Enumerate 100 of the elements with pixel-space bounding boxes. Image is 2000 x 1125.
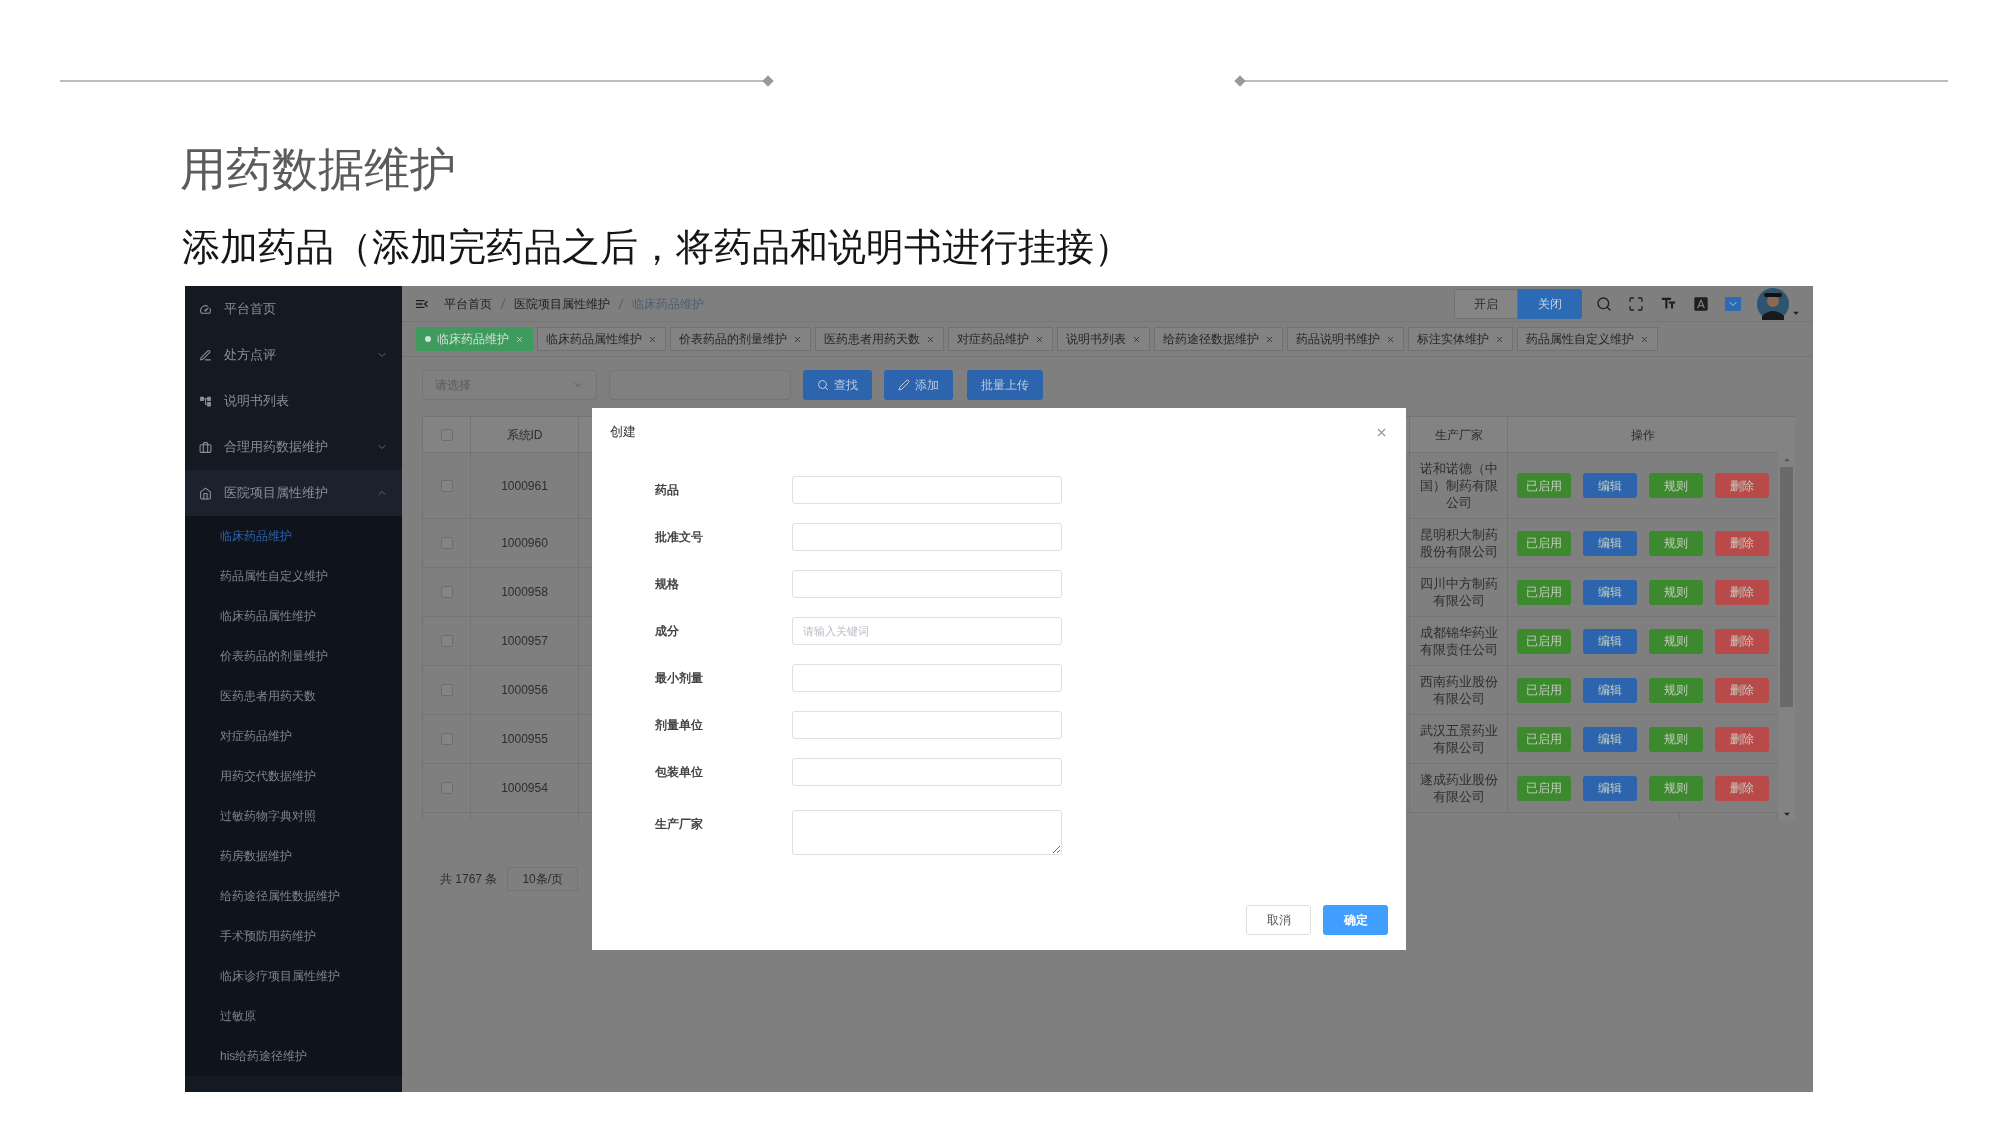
close-icon[interactable] <box>793 334 802 344</box>
cancel-button[interactable]: 取消 <box>1246 905 1311 935</box>
close-icon[interactable] <box>1495 334 1504 344</box>
search-icon[interactable] <box>1596 295 1612 312</box>
action-button[interactable]: 编辑 <box>1583 473 1637 498</box>
close-icon[interactable] <box>515 334 524 344</box>
action-button[interactable]: 删除 <box>1715 677 1769 703</box>
submenu-item[interactable]: 过敏药物字典对照 <box>185 796 402 836</box>
toolbar-button[interactable]: 添加 <box>884 370 953 400</box>
submenu-item[interactable]: 药房数据维护 <box>185 836 402 876</box>
text-area[interactable] <box>792 810 1062 855</box>
sidebar-item[interactable]: 平台首页 <box>185 286 402 332</box>
breadcrumb-item[interactable]: 医院项目属性维护 <box>514 294 610 313</box>
action-button[interactable]: 已启用 <box>1517 579 1571 605</box>
action-button[interactable]: 已启用 <box>1517 677 1571 703</box>
scrollbar[interactable] <box>1778 417 1795 821</box>
input-field[interactable] <box>792 710 1062 739</box>
submenu-item[interactable]: 药品属性自定义维护 <box>185 556 402 596</box>
page-tab[interactable]: 价表药品的剂量维护 <box>670 327 811 351</box>
table-cell-text: 1000956 <box>501 682 548 699</box>
input-field[interactable] <box>792 663 1062 692</box>
action-button[interactable]: 已启用 <box>1517 530 1571 556</box>
sidebar-item[interactable]: 合理用药数据维护 <box>185 424 402 470</box>
action-button[interactable]: 删除 <box>1715 775 1769 801</box>
avatar[interactable] <box>1757 287 1789 320</box>
action-button[interactable]: 规则 <box>1649 579 1703 605</box>
input-field[interactable] <box>792 757 1062 786</box>
submenu-item[interactable]: 过敏原 <box>185 996 402 1036</box>
action-button[interactable]: 规则 <box>1649 530 1703 556</box>
close-icon[interactable] <box>1265 334 1274 344</box>
table-cell-text: 1000955 <box>501 731 548 748</box>
action-button[interactable]: 规则 <box>1649 473 1703 498</box>
page-tab[interactable]: 临床药品维护 <box>416 327 533 351</box>
page-tab[interactable]: 对症药品维护 <box>948 327 1053 351</box>
action-button[interactable]: 规则 <box>1649 628 1703 654</box>
toolbar-button[interactable]: 查找 <box>803 370 872 400</box>
submenu-item[interactable]: 临床药品属性维护 <box>185 596 402 636</box>
table-cell-text: 1000958 <box>501 584 548 601</box>
page-tab[interactable]: 给药途径数据维护 <box>1154 327 1283 351</box>
close-icon[interactable] <box>1035 334 1044 344</box>
action-button[interactable]: 编辑 <box>1583 579 1637 605</box>
table-cell: 遂成药业股份有限公司 <box>1418 771 1499 805</box>
page-tab[interactable]: 药品属性自定义维护 <box>1517 327 1658 351</box>
action-button[interactable]: 已启用 <box>1517 775 1571 801</box>
close-icon[interactable] <box>648 334 657 344</box>
action-button[interactable]: 编辑 <box>1583 726 1637 752</box>
close-icon[interactable] <box>1640 334 1649 344</box>
submenu-item[interactable]: 给药途径属性数据维护 <box>185 876 402 916</box>
field-label: 最小剂量 <box>655 669 704 687</box>
sidebar-item[interactable]: 说明书列表 <box>185 378 402 424</box>
action-button[interactable]: 已启用 <box>1517 726 1571 752</box>
close-icon[interactable] <box>926 334 935 344</box>
breadcrumb-item[interactable]: 平台首页 <box>444 294 492 313</box>
page-tab[interactable]: 说明书列表 <box>1057 327 1150 351</box>
page-tab[interactable]: 标注实体维护 <box>1408 327 1513 351</box>
action-button[interactable]: 编辑 <box>1583 530 1637 556</box>
submenu-item[interactable]: 价表药品的剂量维护 <box>185 636 402 676</box>
column-header: 操作 <box>1631 426 1655 444</box>
close-icon[interactable] <box>1386 334 1395 344</box>
action-button[interactable]: 规则 <box>1649 775 1703 801</box>
input-field[interactable] <box>792 522 1062 551</box>
submenu-item[interactable]: 临床药品维护 <box>185 516 402 556</box>
action-button[interactable]: 删除 <box>1715 473 1769 498</box>
action-button[interactable]: 删除 <box>1715 726 1769 752</box>
action-button[interactable]: 规则 <box>1649 726 1703 752</box>
action-button[interactable]: 删除 <box>1715 628 1769 654</box>
action-button[interactable]: 编辑 <box>1583 677 1637 703</box>
slide-subtitle: 添加药品（添加完药品之后，将药品和说明书进行挂接） <box>182 225 1133 270</box>
page-tab[interactable]: 临床药品属性维护 <box>537 327 666 351</box>
input-field[interactable] <box>792 569 1062 598</box>
submenu-item[interactable]: 对症药品维护 <box>185 716 402 756</box>
action-button[interactable]: 编辑 <box>1583 628 1637 654</box>
action-button[interactable]: 已启用 <box>1517 628 1571 654</box>
sidebar-item[interactable]: 处方点评 <box>185 332 402 378</box>
table-cell-text: 1000957 <box>501 633 548 650</box>
action-button[interactable]: 已启用 <box>1517 473 1571 498</box>
toolbar-button[interactable]: 批量上传 <box>967 370 1043 400</box>
font-icon[interactable] <box>1693 295 1709 312</box>
action-button[interactable]: 删除 <box>1715 530 1769 556</box>
page-tab[interactable]: 医药患者用药天数 <box>815 327 944 351</box>
table-cell: 成都锦华药业有限责任公司 <box>1418 624 1499 658</box>
submenu-item[interactable]: 手术预防用药维护 <box>185 916 402 956</box>
submenu-item[interactable]: his给药途径维护 <box>185 1036 402 1076</box>
page-tab[interactable]: 药品说明书维护 <box>1287 327 1404 351</box>
input-field[interactable]: 请输入关键词 <box>792 616 1062 645</box>
submenu-item[interactable]: 临床诊疗项目属性维护 <box>185 956 402 996</box>
action-button[interactable]: 删除 <box>1715 579 1769 605</box>
input-field[interactable] <box>792 475 1062 504</box>
close-icon[interactable] <box>1132 334 1141 344</box>
table-cell-text: 1000961 <box>501 477 548 495</box>
field-label: 生产厂家 <box>655 816 704 833</box>
confirm-button[interactable]: 确定 <box>1323 905 1388 935</box>
toggle-option[interactable]: 关闭 <box>1518 288 1582 319</box>
submenu-item[interactable]: 用药交代数据维护 <box>185 756 402 796</box>
submenu-item[interactable]: 医药患者用药天数 <box>185 676 402 716</box>
toggle-option[interactable]: 开启 <box>1454 288 1518 319</box>
fullscreen-icon[interactable] <box>1628 295 1644 312</box>
action-button[interactable]: 规则 <box>1649 677 1703 703</box>
page-size-select[interactable]: 10条/页 <box>507 867 579 891</box>
action-button[interactable]: 编辑 <box>1583 775 1637 801</box>
